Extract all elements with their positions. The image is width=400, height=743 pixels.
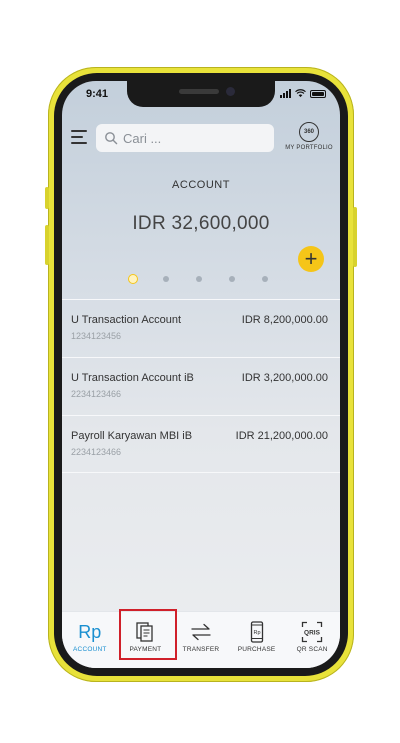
- account-number: 2234123466: [71, 389, 122, 399]
- total-balance: IDR 32,600,000: [132, 213, 270, 234]
- account-balance: IDR 8,200,000.00: [241, 314, 328, 326]
- nav-label: ACCOUNT: [73, 646, 107, 653]
- account-name: Payroll Karyawan MBI iB: [71, 430, 193, 442]
- wifi-icon: [295, 89, 306, 98]
- account-row[interactable]: U Transaction Account iB 2234123466 IDR …: [62, 357, 340, 415]
- nav-label: TRANSFER: [182, 646, 220, 653]
- nav-label: QR SCAN: [296, 646, 328, 653]
- account-row[interactable]: Payroll Karyawan MBI iB 2234123466 IDR 2…: [62, 415, 340, 473]
- payment-highlight-box: [119, 609, 177, 660]
- battery-icon: [310, 89, 326, 98]
- phone-notch: [127, 81, 275, 107]
- search-input[interactable]: Cari ...: [96, 124, 274, 152]
- svg-text:QRIS: QRIS: [304, 630, 321, 637]
- nav-label: PURCHASE: [237, 646, 276, 653]
- phone-frame: 9:41 Cari ... 360 MY PORTFOLIO ACCOUNT I…: [45, 67, 357, 682]
- nav-qr-scan[interactable]: QRIS QR SCAN: [286, 612, 338, 668]
- search-icon: [105, 132, 118, 145]
- mobile-purchase-icon: Rp: [231, 621, 283, 643]
- add-account-button[interactable]: +: [298, 246, 324, 272]
- qris-scan-icon: QRIS: [286, 621, 338, 643]
- portfolio-360-icon: 360: [299, 122, 319, 142]
- carousel-dot[interactable]: [163, 276, 169, 282]
- account-list: U Transaction Account 1234123456 IDR 8,2…: [62, 299, 340, 473]
- transfer-arrows-icon: [175, 621, 227, 643]
- cellular-signal-icon: [280, 89, 291, 98]
- account-row[interactable]: U Transaction Account 1234123456 IDR 8,2…: [62, 299, 340, 357]
- section-title: ACCOUNT: [172, 179, 230, 191]
- hamburger-menu-icon[interactable]: [71, 130, 89, 144]
- my-portfolio-button[interactable]: 360 MY PORTFOLIO: [282, 122, 336, 151]
- carousel-dot[interactable]: [262, 276, 268, 282]
- account-number: 1234123456: [71, 331, 122, 341]
- portfolio-label: MY PORTFOLIO: [285, 145, 333, 151]
- account-balance: IDR 3,200,000.00: [241, 372, 328, 384]
- nav-purchase[interactable]: Rp PURCHASE: [231, 612, 283, 668]
- search-placeholder: Cari ...: [123, 130, 162, 146]
- phone-side-button: [45, 225, 49, 265]
- phone-side-button: [353, 207, 357, 267]
- bottom-navigation: Rp ACCOUNT PAYMENT TRANSFER Rp PURCHASE …: [62, 611, 340, 668]
- front-camera: [226, 87, 235, 96]
- rupiah-icon: Rp: [78, 622, 102, 642]
- carousel-indicator: [128, 273, 278, 285]
- status-icons: [280, 89, 326, 98]
- carousel-dot[interactable]: [229, 276, 235, 282]
- account-name: U Transaction Account iB: [71, 372, 194, 384]
- status-time: 9:41: [86, 88, 109, 100]
- speaker-grille: [179, 89, 219, 94]
- nav-account[interactable]: Rp ACCOUNT: [64, 612, 116, 668]
- svg-text:Rp: Rp: [253, 630, 260, 636]
- app-screen: 9:41 Cari ... 360 MY PORTFOLIO ACCOUNT I…: [62, 81, 340, 668]
- account-number: 2234123466: [71, 447, 122, 457]
- nav-transfer[interactable]: TRANSFER: [175, 612, 227, 668]
- account-name: U Transaction Account: [71, 314, 182, 326]
- carousel-dot-active[interactable]: [128, 274, 138, 284]
- carousel-dot[interactable]: [196, 276, 202, 282]
- account-balance: IDR 21,200,000.00: [235, 430, 328, 442]
- phone-side-button: [45, 187, 49, 209]
